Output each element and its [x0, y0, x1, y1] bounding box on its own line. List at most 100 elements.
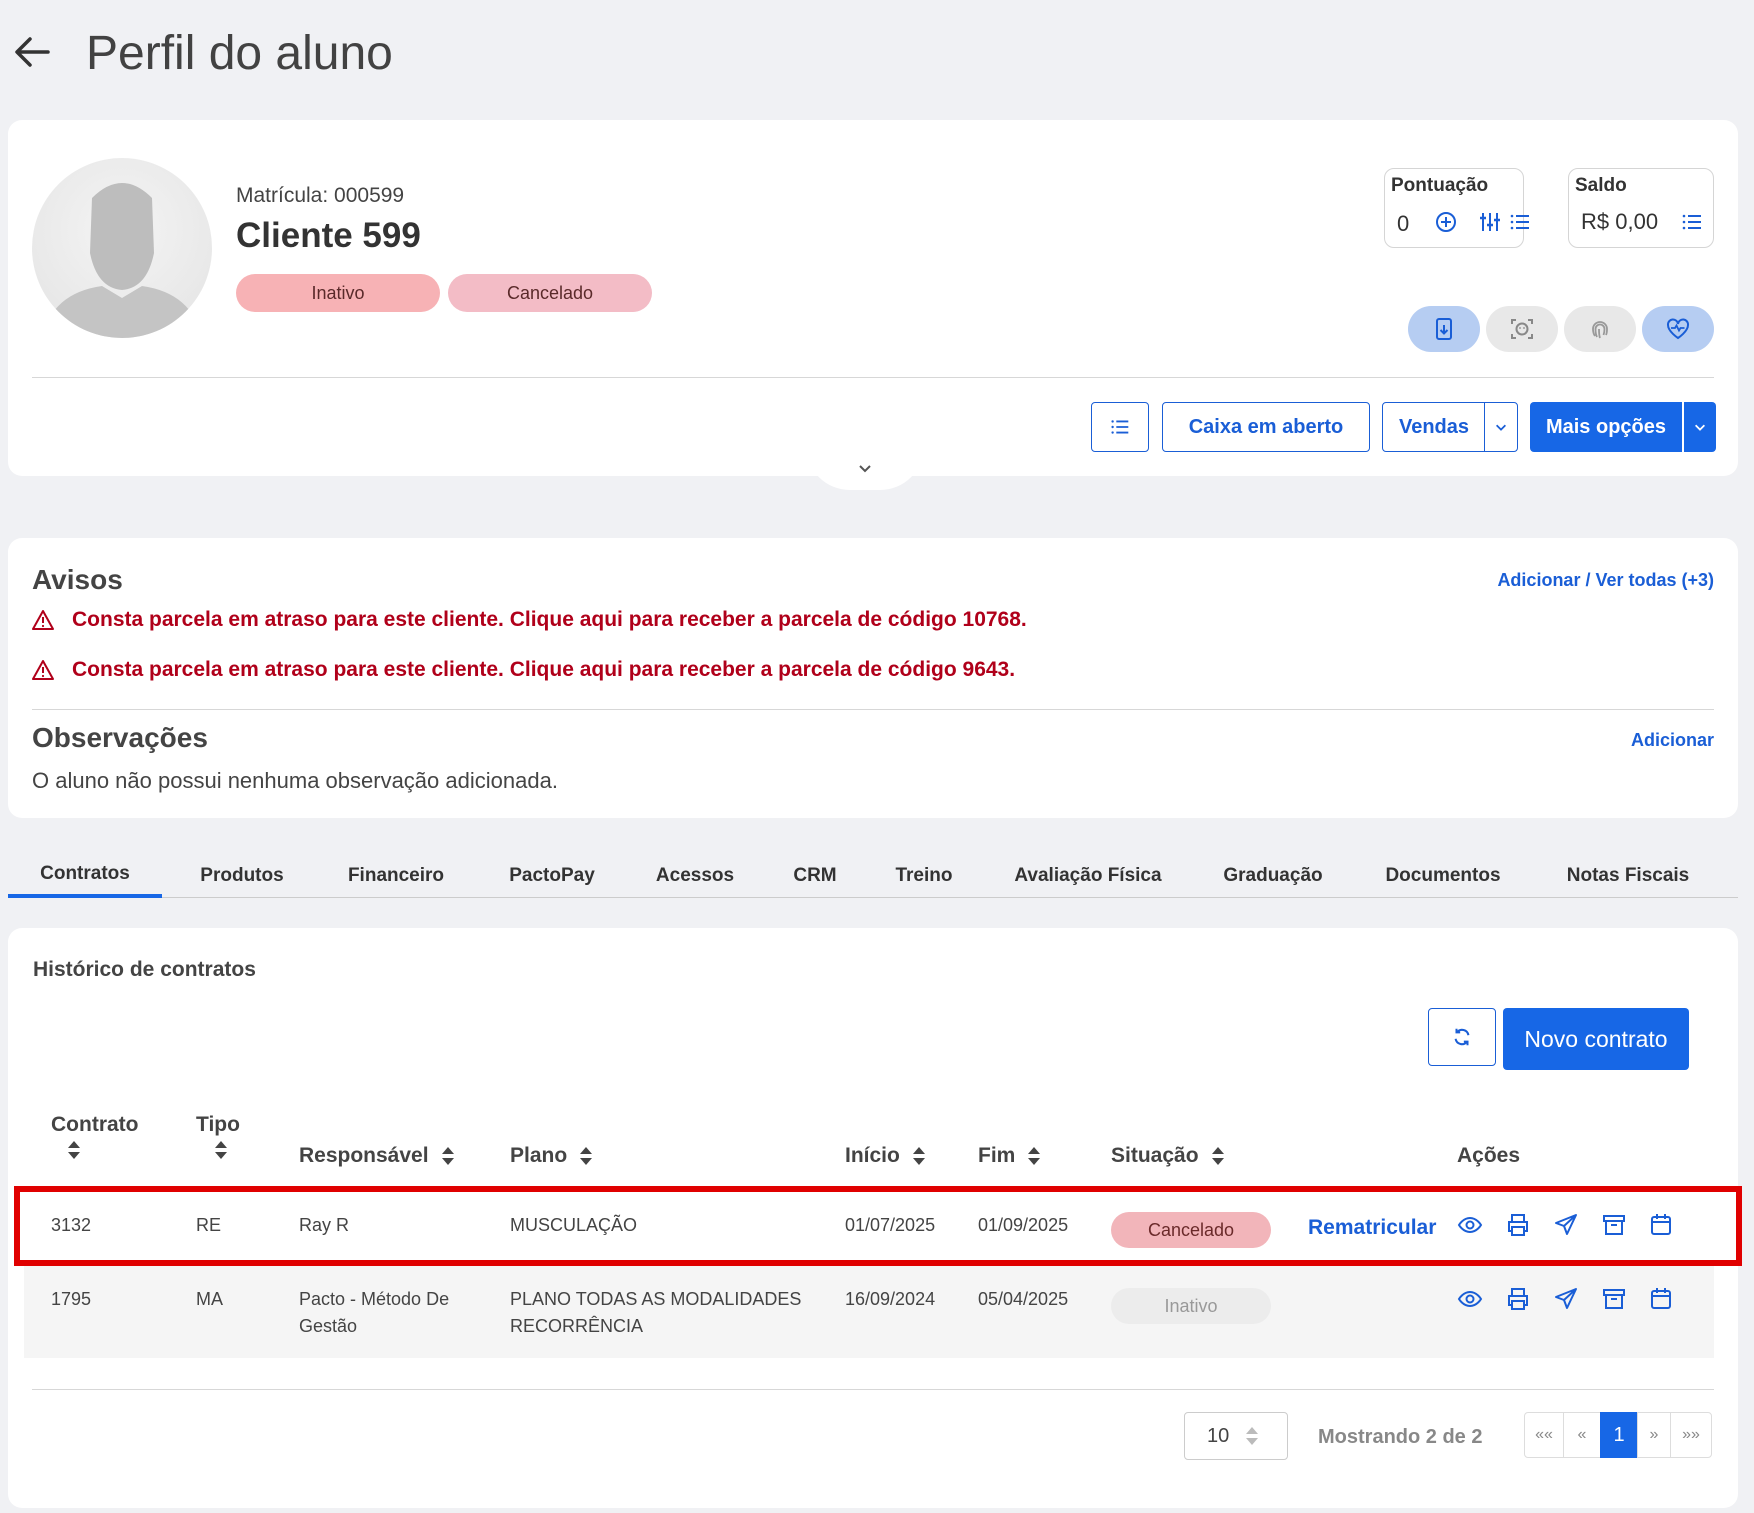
observacoes-title: Observações	[32, 722, 208, 753]
column-label: Contrato	[51, 1113, 139, 1136]
refresh-button[interactable]	[1428, 1008, 1496, 1066]
avatar	[32, 158, 212, 338]
column-label: Início	[845, 1144, 900, 1167]
status-badge-inativo: Inativo	[236, 274, 440, 312]
archive-icon[interactable]	[1601, 1286, 1627, 1312]
tab-contratos[interactable]: Contratos	[8, 854, 162, 898]
highlight-box	[14, 1186, 1742, 1266]
cell-inicio: 16/09/2024	[845, 1289, 936, 1309]
face-recognition-button[interactable]	[1486, 306, 1558, 352]
observacoes-add-link[interactable]: Adicionar	[1631, 730, 1714, 751]
list-view-button[interactable]	[1091, 402, 1149, 452]
send-icon[interactable]	[1553, 1286, 1579, 1312]
heart-pulse-icon	[1667, 318, 1689, 340]
avisos-divider	[32, 709, 1714, 710]
tab-acessos[interactable]: Acessos	[642, 854, 748, 898]
mais-opcoes-button[interactable]: Mais opções	[1530, 402, 1682, 452]
cell-responsavel: Pacto - Método De Gestão	[299, 1289, 450, 1336]
saldo-label: Saldo	[1575, 175, 1627, 196]
chevron-down-icon	[859, 465, 871, 473]
health-button[interactable]	[1642, 306, 1714, 352]
add-circle-icon[interactable]	[1433, 209, 1459, 235]
adjust-sliders-icon[interactable]	[1477, 209, 1503, 235]
tab-documentos[interactable]: Documentos	[1368, 854, 1518, 898]
calendar-icon[interactable]	[1648, 1286, 1674, 1312]
back-arrow-icon[interactable]	[12, 30, 52, 74]
warning-item[interactable]: Consta parcela em atraso para este clien…	[32, 608, 1027, 632]
tab-pactopay[interactable]: PactoPay	[492, 854, 612, 898]
tab-crm[interactable]: CRM	[778, 854, 852, 898]
cell-contrato: 1795	[51, 1289, 92, 1309]
table-footer-divider	[32, 1389, 1714, 1390]
tab-avaliacao-fisica[interactable]: Avaliação Física	[998, 854, 1178, 898]
tab-notas-fiscais[interactable]: Notas Fiscais	[1548, 854, 1708, 898]
sort-icon	[68, 1141, 80, 1159]
column-label: Situação	[1111, 1144, 1199, 1167]
column-label: Responsável	[299, 1144, 429, 1167]
sort-icon	[912, 1147, 925, 1165]
vendas-button[interactable]: Vendas	[1382, 402, 1486, 452]
matricula-label: Matrícula: 000599	[236, 184, 405, 207]
list-icon[interactable]	[1679, 209, 1705, 235]
tab-treino[interactable]: Treino	[882, 854, 966, 898]
eye-icon[interactable]	[1457, 1286, 1483, 1312]
warning-icon	[32, 660, 54, 680]
page-size-select[interactable]: 10	[1184, 1412, 1288, 1460]
column-label: Ações	[1457, 1144, 1521, 1167]
column-header-inicio[interactable]: Início	[845, 1144, 926, 1168]
novo-contrato-button[interactable]: Novo contrato	[1503, 1008, 1689, 1070]
sort-icon	[441, 1147, 454, 1165]
cell-plano: PLANO TODAS AS MODALIDADES RECORRÊNCIA	[510, 1289, 802, 1336]
column-header-tipo[interactable]: Tipo	[196, 1113, 240, 1161]
column-header-fim[interactable]: Fim	[978, 1144, 1041, 1168]
warning-item[interactable]: Consta parcela em atraso para este clien…	[32, 658, 1015, 682]
saldo-value: R$ 0,00	[1581, 209, 1659, 234]
phone-download-icon	[1436, 318, 1452, 340]
refresh-icon	[1454, 1028, 1470, 1046]
chevron-down-icon	[1695, 424, 1705, 431]
cell-tipo: MA	[196, 1289, 223, 1309]
page-size-value: 10	[1207, 1424, 1230, 1447]
profile-tabs: Contratos Produtos Financeiro PactoPay A…	[8, 854, 1738, 898]
warning-icon	[32, 610, 54, 630]
chevron-down-icon	[1496, 424, 1506, 431]
avisos-add-link[interactable]: Adicionar / Ver todas (+3)	[1497, 570, 1714, 591]
expand-profile-button[interactable]	[806, 446, 924, 490]
list-icon	[1111, 420, 1129, 434]
cell-fim: 05/04/2025	[978, 1289, 1069, 1309]
column-label: Plano	[510, 1144, 568, 1167]
observacoes-text: O aluno não possui nenhuma observação ad…	[32, 768, 558, 793]
sort-icon	[1246, 1427, 1259, 1445]
status-badge-cancelado: Cancelado	[448, 274, 652, 312]
avisos-title: Avisos	[32, 564, 123, 595]
profile-divider	[32, 377, 1714, 378]
pager-prev[interactable]: «	[1563, 1412, 1601, 1458]
tab-graduacao[interactable]: Graduação	[1208, 854, 1338, 898]
mobile-app-button[interactable]	[1408, 306, 1480, 352]
pager-page-1[interactable]: 1	[1600, 1412, 1638, 1458]
print-icon[interactable]	[1505, 1286, 1531, 1312]
showing-count: Mostrando 2 de 2	[1318, 1426, 1483, 1448]
pager-last[interactable]: »»	[1670, 1412, 1712, 1458]
column-header-contrato[interactable]: Contrato	[51, 1113, 139, 1161]
column-header-situacao[interactable]: Situação	[1111, 1144, 1225, 1168]
tab-produtos[interactable]: Produtos	[180, 854, 304, 898]
pontuacao-box: Pontuação 0	[1384, 168, 1529, 248]
vendas-dropdown-button[interactable]	[1484, 402, 1518, 452]
pager-next[interactable]: »	[1637, 1412, 1671, 1458]
status-badge: Inativo	[1111, 1288, 1271, 1324]
page-header: Perfil do aluno	[0, 0, 1754, 110]
pontuacao-value: 0	[1397, 211, 1410, 236]
column-header-acoes: Ações	[1457, 1144, 1520, 1168]
caixa-em-aberto-button[interactable]: Caixa em aberto	[1162, 402, 1370, 452]
pager-first[interactable]: ««	[1524, 1412, 1564, 1458]
mais-opcoes-dropdown-button[interactable]	[1684, 402, 1716, 452]
tab-financeiro[interactable]: Financeiro	[330, 854, 462, 898]
page-title: Perfil do aluno	[86, 27, 393, 80]
fingerprint-button[interactable]	[1564, 306, 1636, 352]
column-label: Fim	[978, 1144, 1016, 1167]
saldo-box: Saldo R$ 0,00	[1568, 168, 1714, 248]
list-icon[interactable]	[1507, 209, 1533, 235]
column-header-plano[interactable]: Plano	[510, 1144, 593, 1168]
column-header-responsavel[interactable]: Responsável	[299, 1144, 455, 1168]
